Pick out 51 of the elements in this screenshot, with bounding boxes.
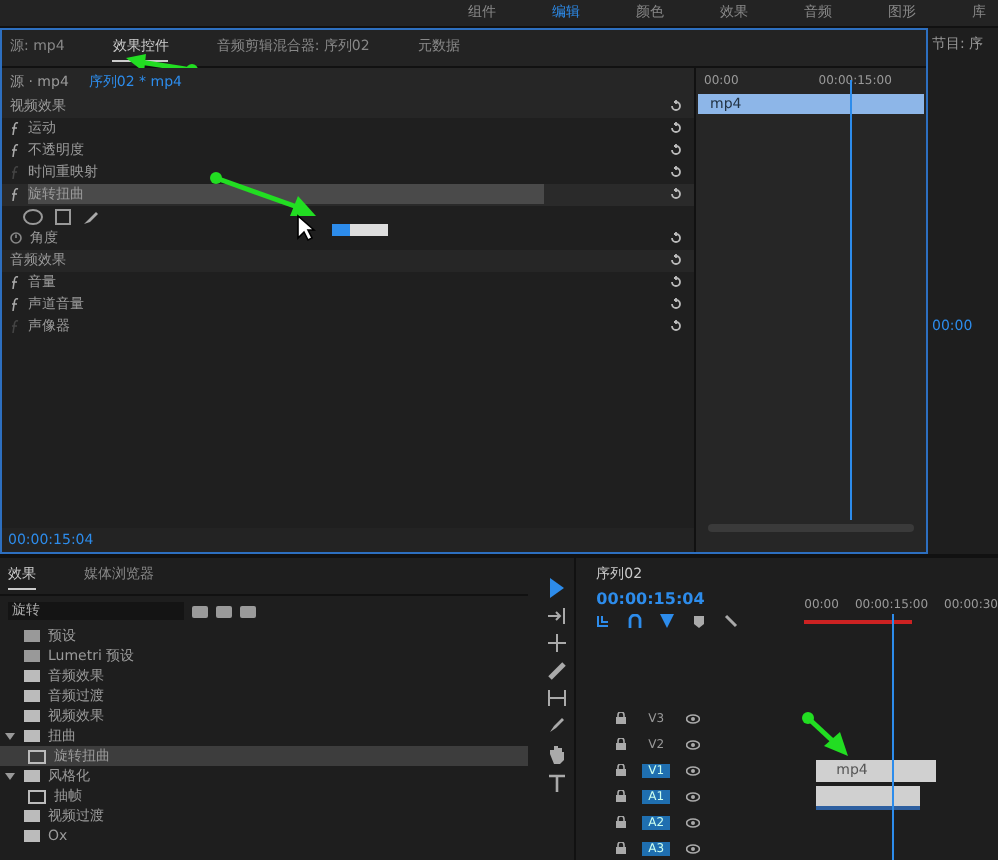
drag-preview	[332, 224, 388, 236]
marker-icon[interactable]	[692, 614, 707, 628]
reset-icon[interactable]	[670, 254, 682, 267]
fx-icon[interactable]	[10, 297, 20, 312]
fx-icon[interactable]	[10, 187, 20, 202]
annotation-arrow	[208, 170, 320, 222]
eye-icon[interactable]	[686, 817, 701, 827]
expand-icon[interactable]	[4, 770, 16, 782]
lock-icon[interactable]	[616, 790, 627, 802]
reset-icon[interactable]	[670, 100, 682, 113]
pen-icon[interactable]	[82, 207, 100, 226]
stopwatch-icon[interactable]	[10, 232, 22, 245]
reset-icon[interactable]	[670, 298, 682, 311]
reset-icon[interactable]	[670, 188, 682, 201]
annotation-arrow	[800, 710, 852, 758]
reset-icon[interactable]	[670, 320, 682, 333]
pen-icon[interactable]	[547, 716, 566, 734]
track-select-icon[interactable]	[547, 608, 566, 624]
text-tool-icon[interactable]	[547, 774, 566, 792]
fx-icon[interactable]	[10, 275, 20, 290]
fx-icon[interactable]	[10, 121, 20, 136]
mouse-cursor-icon	[296, 214, 316, 242]
reset-icon[interactable]	[670, 232, 682, 245]
lock-icon[interactable]	[616, 764, 627, 776]
eye-icon[interactable]	[686, 843, 701, 853]
snap-icon[interactable]	[628, 614, 643, 628]
reset-icon[interactable]	[670, 166, 682, 179]
reset-icon[interactable]	[670, 144, 682, 157]
reset-icon[interactable]	[670, 276, 682, 289]
expand-icon[interactable]	[4, 730, 16, 742]
eye-icon[interactable]	[686, 739, 701, 749]
eye-icon[interactable]	[686, 765, 701, 775]
lock-icon[interactable]	[616, 816, 627, 828]
effect-icon	[28, 789, 46, 803]
ellipse-mask-icon[interactable]	[22, 207, 44, 226]
effect-icon	[28, 749, 46, 763]
selection-tool-icon[interactable]	[547, 578, 566, 598]
slip-icon[interactable]	[547, 690, 566, 706]
ripple-edit-icon[interactable]	[547, 634, 566, 652]
lock-icon[interactable]	[616, 712, 627, 724]
lock-icon[interactable]	[616, 738, 627, 750]
audio-clip[interactable]	[816, 785, 921, 809]
timecode[interactable]: 00:00:15:04	[596, 590, 705, 608]
eye-icon[interactable]	[686, 791, 701, 801]
lock-icon[interactable]	[616, 842, 627, 854]
eye-icon[interactable]	[686, 713, 701, 723]
fx-icon[interactable]	[10, 143, 20, 158]
reset-icon[interactable]	[670, 122, 682, 135]
rectangle-mask-icon[interactable]	[54, 207, 72, 226]
folder-icon	[24, 770, 40, 782]
hand-icon[interactable]	[547, 744, 566, 764]
